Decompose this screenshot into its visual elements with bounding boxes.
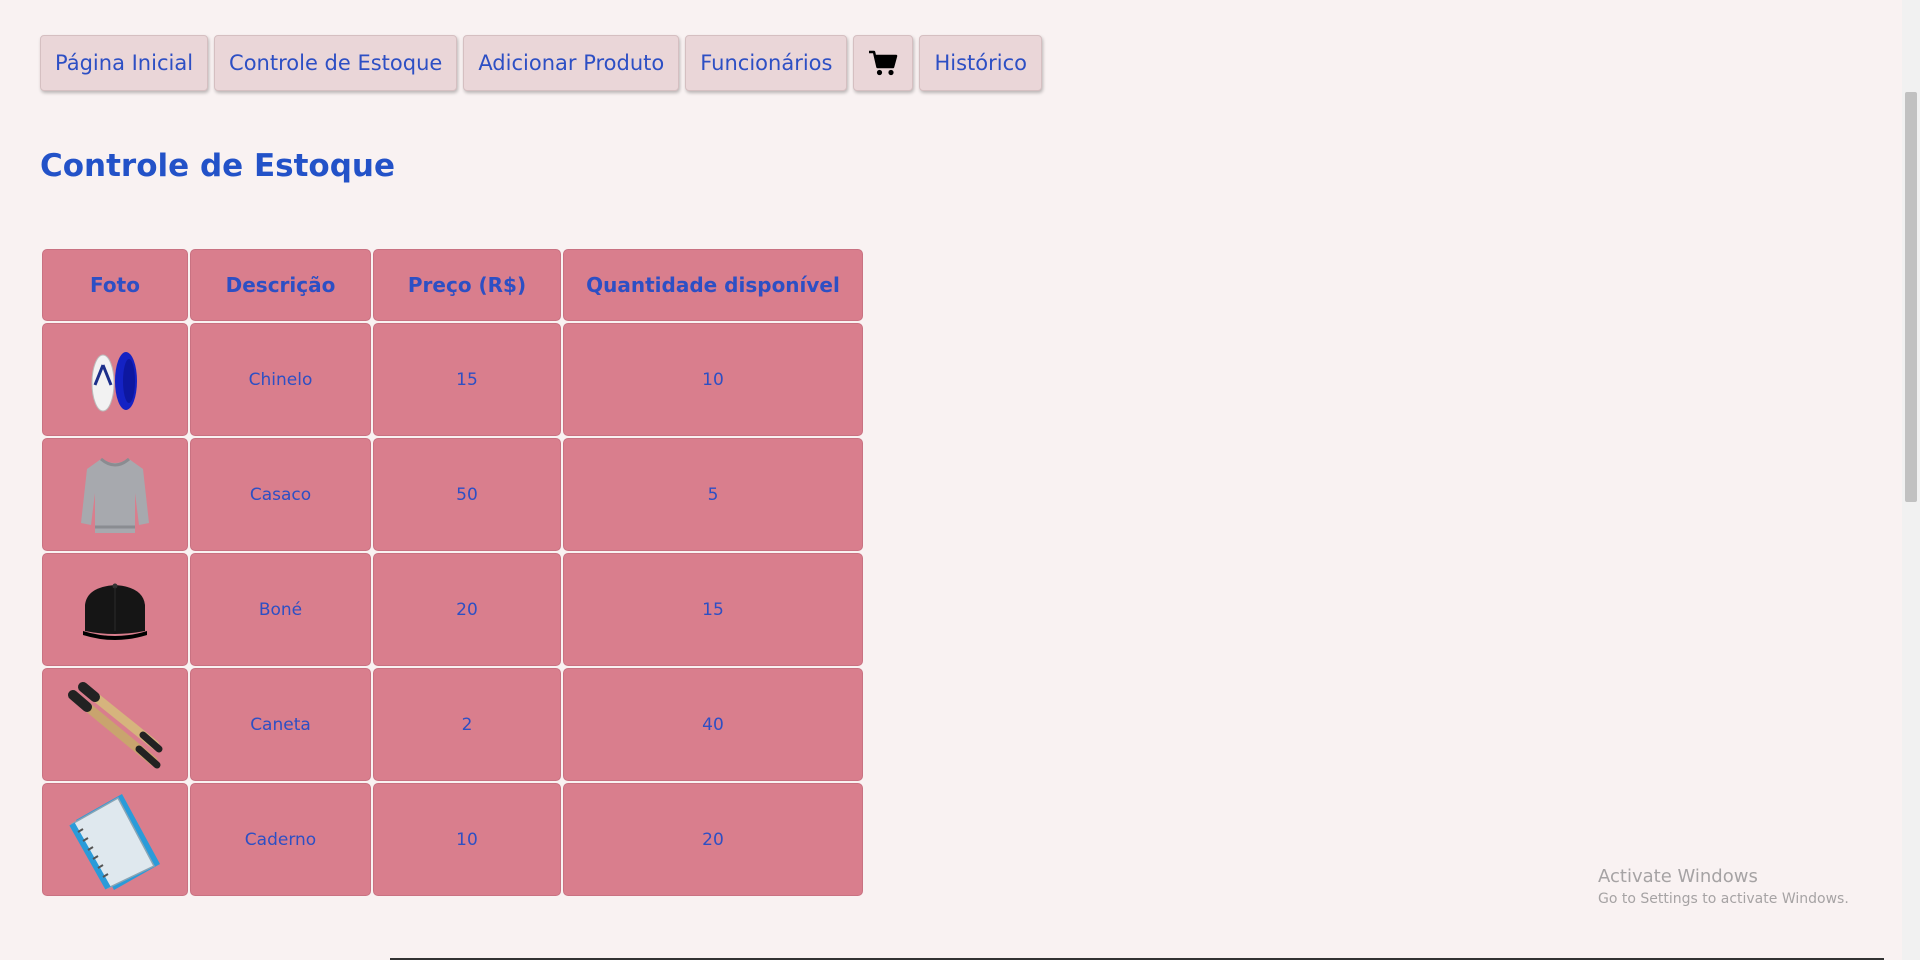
vertical-scrollbar[interactable] bbox=[1902, 0, 1920, 960]
nav-employees-button[interactable]: Funcionários bbox=[685, 35, 848, 91]
page: Página Inicial Controle de Estoque Adici… bbox=[0, 0, 1902, 960]
stock-table: Foto Descrição Preço (R$) Quantidade dis… bbox=[40, 247, 865, 898]
header-preco: Preço (R$) bbox=[373, 249, 561, 321]
watermark-subtitle: Go to Settings to activate Windows. bbox=[1598, 891, 1849, 907]
table-row: Chinelo 15 10 bbox=[42, 323, 863, 436]
table-row: Boné 20 15 bbox=[42, 553, 863, 666]
nav-add-product-button[interactable]: Adicionar Produto bbox=[463, 35, 680, 91]
product-price: 2 bbox=[373, 668, 561, 781]
product-quantity: 15 bbox=[563, 553, 863, 666]
product-photo-cell bbox=[42, 323, 188, 436]
table-row: Caderno 10 20 bbox=[42, 783, 863, 896]
table-header-row: Foto Descrição Preço (R$) Quantidade dis… bbox=[42, 249, 863, 321]
product-quantity: 20 bbox=[563, 783, 863, 896]
header-foto: Foto bbox=[42, 249, 188, 321]
product-description: Chinelo bbox=[190, 323, 371, 436]
product-photo-cell bbox=[42, 553, 188, 666]
pens-icon bbox=[68, 681, 163, 768]
product-photo-cell bbox=[42, 668, 188, 781]
product-quantity: 40 bbox=[563, 668, 863, 781]
sweatshirt-icon bbox=[81, 457, 149, 533]
table-row: Casaco 50 5 bbox=[42, 438, 863, 551]
flip-flop-icon bbox=[91, 351, 137, 411]
header-quantidade: Quantidade disponível bbox=[563, 249, 863, 321]
product-photo-cell bbox=[42, 783, 188, 896]
product-description: Caneta bbox=[190, 668, 371, 781]
product-quantity: 5 bbox=[563, 438, 863, 551]
scrollbar-thumb[interactable] bbox=[1905, 92, 1917, 502]
product-description: Casaco bbox=[190, 438, 371, 551]
cap-icon bbox=[83, 583, 147, 640]
top-nav: Página Inicial Controle de Estoque Adici… bbox=[40, 35, 1042, 91]
product-quantity: 10 bbox=[563, 323, 863, 436]
product-price: 10 bbox=[373, 783, 561, 896]
product-description: Boné bbox=[190, 553, 371, 666]
header-descricao: Descrição bbox=[190, 249, 371, 321]
shopping-cart-icon bbox=[869, 50, 898, 76]
windows-activation-watermark: Activate Windows Go to Settings to activ… bbox=[1598, 866, 1849, 907]
watermark-title: Activate Windows bbox=[1598, 866, 1758, 887]
product-price: 50 bbox=[373, 438, 561, 551]
nav-home-button[interactable]: Página Inicial bbox=[40, 35, 209, 91]
notebook-icon bbox=[69, 793, 160, 890]
nav-cart-button[interactable] bbox=[853, 35, 914, 91]
product-price: 20 bbox=[373, 553, 561, 666]
page-title: Controle de Estoque bbox=[40, 148, 396, 184]
product-description: Caderno bbox=[190, 783, 371, 896]
product-price: 15 bbox=[373, 323, 561, 436]
nav-history-button[interactable]: Histórico bbox=[919, 35, 1042, 91]
table-row: Caneta 2 40 bbox=[42, 668, 863, 781]
nav-stock-control-button[interactable]: Controle de Estoque bbox=[214, 35, 458, 91]
product-photo-cell bbox=[42, 438, 188, 551]
